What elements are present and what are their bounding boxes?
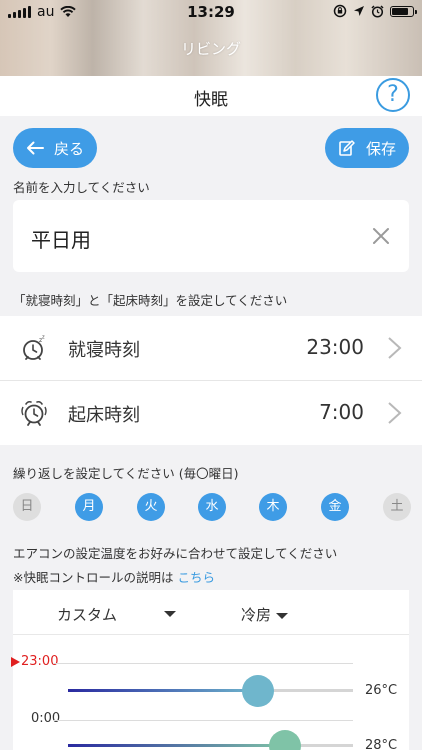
title-bar: 快眠 ? <box>0 76 422 116</box>
help-button[interactable]: ? <box>376 78 410 112</box>
ac-mode-dropdown[interactable]: 冷房 <box>241 604 288 625</box>
current-marker-icon <box>11 657 20 667</box>
day-monday[interactable]: 月 <box>75 493 103 521</box>
day-sunday[interactable]: 日 <box>13 493 41 521</box>
chevron-right-icon <box>388 402 402 424</box>
graph-separator <box>13 634 409 635</box>
mode-dropdown-arrow-icon <box>164 611 176 617</box>
rotation-lock-icon <box>333 4 347 18</box>
name-label: 名前を入力してください <box>13 180 150 195</box>
wakeup-label: 起床時刻 <box>68 405 140 426</box>
time-gridline <box>53 663 353 664</box>
back-button[interactable]: 戻る <box>13 128 97 168</box>
arrow-left-icon <box>26 141 44 155</box>
location-icon <box>354 6 364 16</box>
day-friday[interactable]: 金 <box>321 493 349 521</box>
temperature-graph: カスタム 冷房 23:00 26°C 0:00 28°C <box>11 590 409 750</box>
save-button[interactable]: 保存 <box>325 128 409 168</box>
mode-dropdown[interactable]: カスタム <box>57 604 117 625</box>
alarm-icon <box>371 4 384 18</box>
temp-slider-fill <box>68 744 286 747</box>
time-section-label: 「就寝時刻」と「起床時刻」を設定してください <box>13 293 288 308</box>
schedule-time: 23:00 <box>21 654 59 669</box>
day-saturday[interactable]: 土 <box>383 493 411 521</box>
name-field-value: 平日用 <box>31 228 91 252</box>
day-tuesday[interactable]: 火 <box>137 493 165 521</box>
schedule-time: 0:00 <box>31 711 61 726</box>
temp-note: ※快眠コントロールの説明は こちら <box>13 567 215 586</box>
chevron-right-icon <box>388 337 402 359</box>
page-title: 快眠 <box>194 90 228 110</box>
temp-note-text: ※快眠コントロールの説明は <box>13 570 174 585</box>
status-right <box>333 4 417 18</box>
schedule-temp: 28°C <box>365 738 398 750</box>
battery-icon <box>390 5 417 17</box>
bedtime-value: 23:00 <box>306 335 364 359</box>
help-link[interactable]: こちら <box>177 570 215 585</box>
temp-slider-fill <box>68 689 258 692</box>
ringing-alarm-icon <box>21 400 47 426</box>
svg-text:z: z <box>42 335 45 341</box>
day-selector: 日 月 火 水 木 金 土 <box>0 493 422 521</box>
name-field[interactable]: 平日用 <box>13 200 409 272</box>
edit-icon <box>339 140 355 156</box>
save-button-label: 保存 <box>365 139 396 158</box>
temp-slider-knob[interactable] <box>269 730 301 750</box>
day-thursday[interactable]: 木 <box>259 493 287 521</box>
mode-dropdown-value: カスタム <box>57 606 118 624</box>
wakeup-row[interactable]: 起床時刻 7:00 <box>0 381 422 445</box>
ac-mode-value: 冷房 <box>241 606 272 624</box>
back-button-label: 戻る <box>53 139 84 158</box>
nav-title: リビング <box>180 40 241 58</box>
clear-icon[interactable] <box>371 226 391 246</box>
day-wednesday[interactable]: 水 <box>198 493 226 521</box>
status-bar: au 13:29 <box>0 0 422 24</box>
schedule-temp: 26°C <box>365 683 398 698</box>
temp-label: エアコンの設定温度をお好みに合わせて設定してください <box>13 546 338 561</box>
ac-mode-arrow-icon <box>275 612 288 619</box>
time-gridline <box>53 720 353 721</box>
bedtime-label: 就寝時刻 <box>68 340 140 361</box>
bedtime-row[interactable]: z z 就寝時刻 23:00 <box>0 316 422 380</box>
temp-slider-knob[interactable] <box>242 675 274 707</box>
sleep-alarm-icon: z z <box>23 335 45 360</box>
repeat-label: 繰り返しを設定してください (毎〇曜日) <box>13 466 239 481</box>
wakeup-value: 7:00 <box>319 400 364 424</box>
